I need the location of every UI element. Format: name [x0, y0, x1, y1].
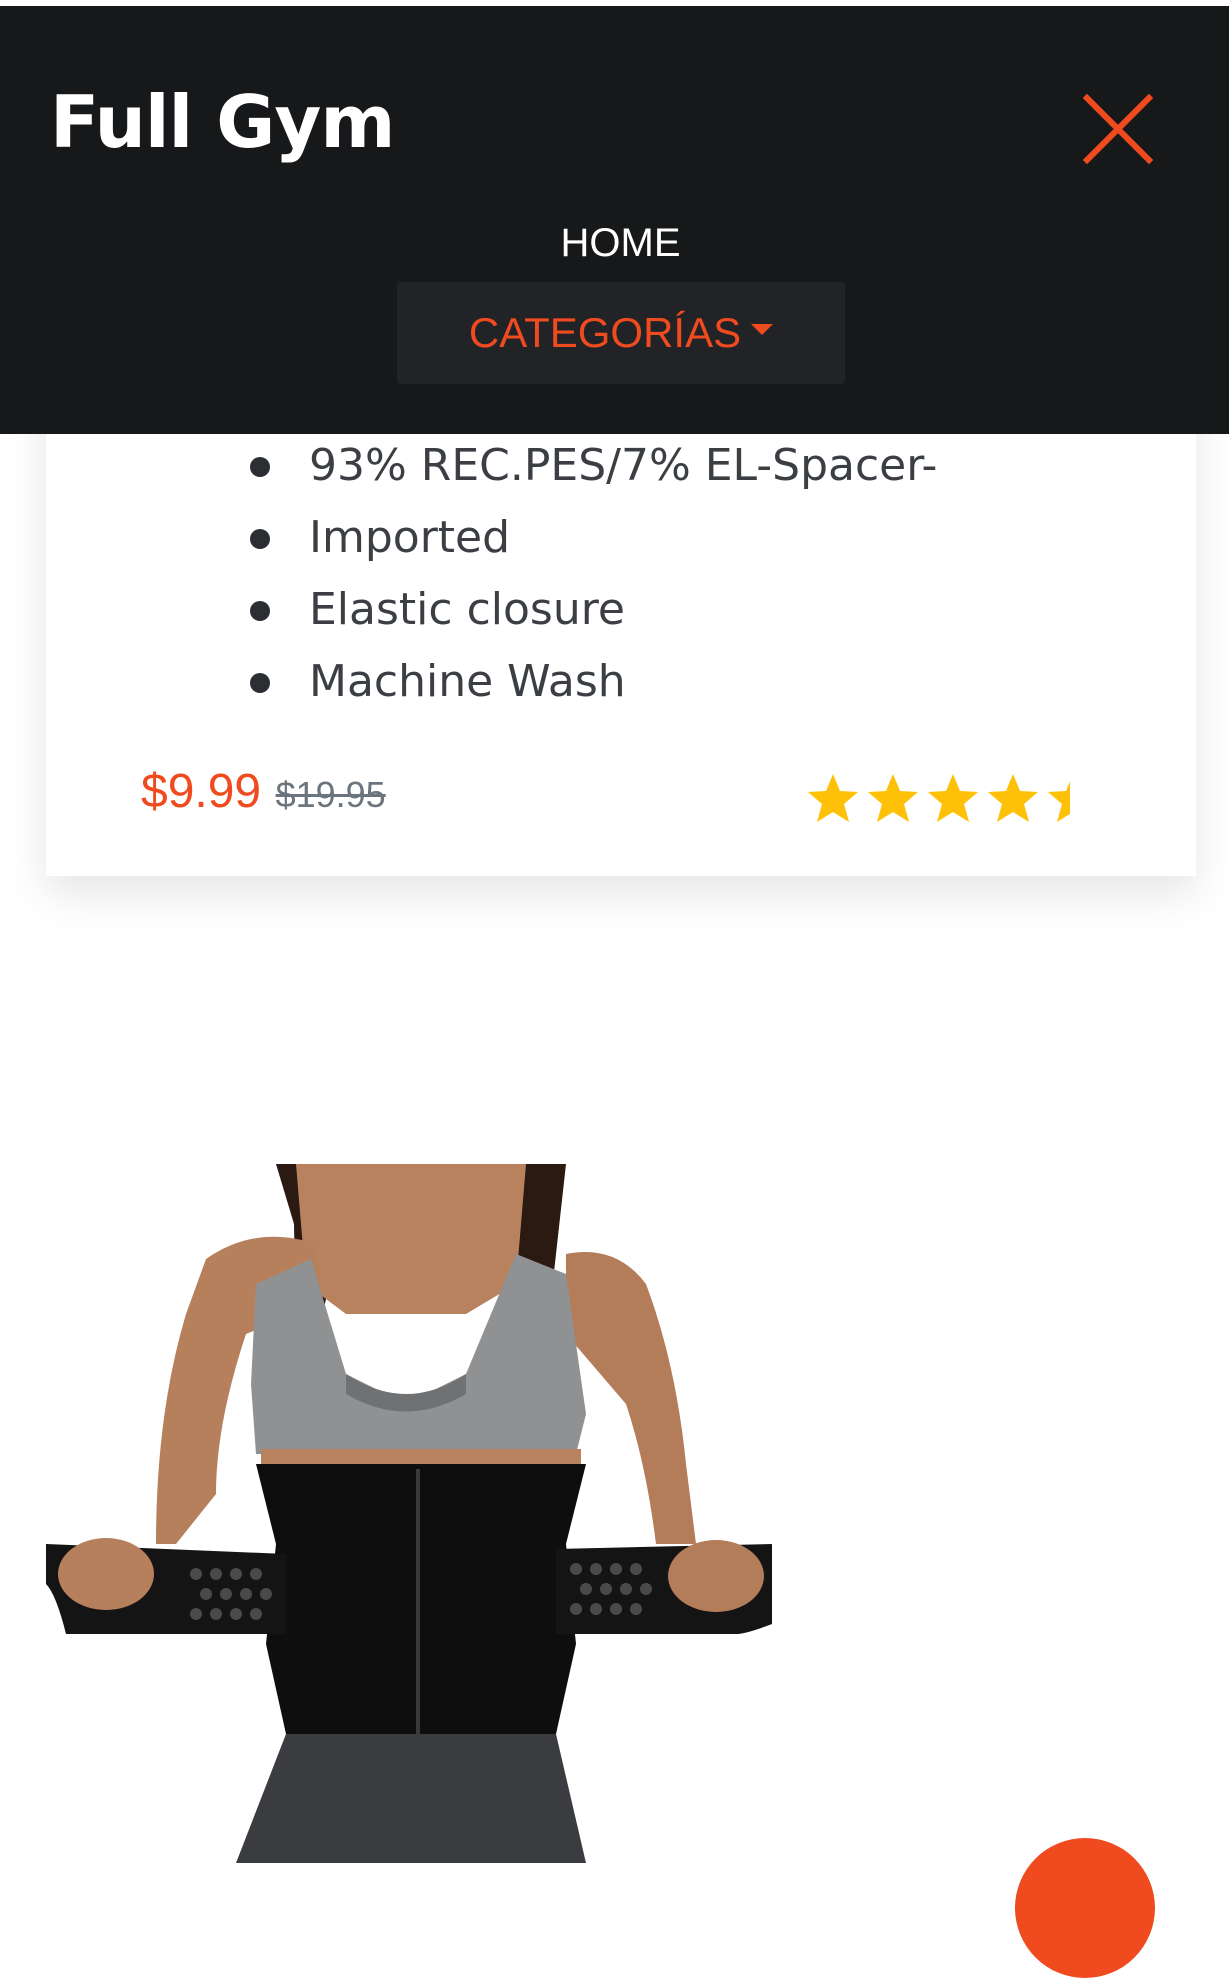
close-icon: [1082, 93, 1154, 165]
star-icon: [1048, 781, 1070, 822]
bullet-icon: [250, 673, 270, 693]
bullet-icon: [250, 457, 270, 477]
star-icon: [808, 774, 858, 822]
feature-item: Machine Wash: [46, 646, 937, 718]
nav-categories-dropdown[interactable]: CATEGORÍAS: [397, 282, 845, 384]
feature-text: Machine Wash: [309, 656, 626, 707]
sale-price: $9.99: [141, 765, 262, 818]
star-rating: [806, 764, 1070, 828]
nav-home-link[interactable]: HOME: [0, 218, 1229, 268]
brand-title[interactable]: Full Gym: [50, 86, 395, 158]
navbar: Full Gym HOME CATEGORÍAS: [0, 6, 1229, 434]
close-menu-button[interactable]: [1075, 86, 1161, 172]
price-row: $9.99 $19.95: [141, 764, 386, 819]
feature-text: Imported: [309, 512, 511, 563]
product-image[interactable]: [46, 1164, 772, 1863]
nav-categories-label: CATEGORÍAS: [468, 309, 742, 356]
star-icon: [928, 774, 978, 822]
original-price: $19.95: [275, 774, 386, 815]
product-photo: [46, 1164, 772, 1863]
feature-text: 93% REC.PES/7% EL-Spacer-: [309, 440, 938, 491]
feature-item: Imported: [46, 502, 937, 574]
feature-text: Elastic closure: [309, 584, 625, 635]
feature-item: Elastic closure: [46, 574, 937, 646]
caret-down-icon: [751, 323, 774, 335]
star-icon: [868, 774, 918, 822]
star-icon: [988, 774, 1038, 822]
bullet-icon: [250, 601, 270, 621]
bullet-icon: [250, 529, 270, 549]
stars-track: [806, 764, 1070, 828]
feature-item: 93% REC.PES/7% EL-Spacer-: [46, 430, 937, 502]
fab-button[interactable]: [1015, 1838, 1155, 1978]
feature-list: 93% REC.PES/7% EL-Spacer- Imported Elast…: [46, 430, 937, 718]
